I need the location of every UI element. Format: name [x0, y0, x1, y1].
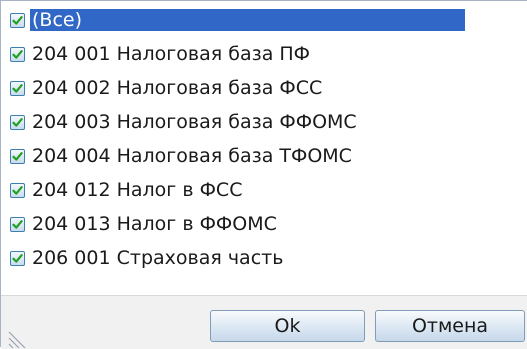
checkbox[interactable] [10, 12, 25, 28]
checkmark-icon [12, 219, 23, 229]
list-item-label: 204 004 Налоговая база ТФОМС [32, 145, 352, 167]
filter-dropdown-panel: (Все) 204 001 Налоговая база ПФ 204 002 … [0, 0, 527, 349]
dialog-footer: Ok Отмена [1, 295, 527, 349]
list-item[interactable]: 204 001 Налоговая база ПФ [9, 37, 526, 71]
checkbox[interactable] [10, 250, 25, 266]
filter-checkbox-list: (Все) 204 001 Налоговая база ПФ 204 002 … [9, 3, 526, 275]
list-item-label: 204 013 Налог в ФФОМС [32, 213, 277, 235]
cancel-button[interactable]: Отмена [375, 310, 525, 342]
checkmark-icon [12, 151, 23, 161]
list-item[interactable]: 204 012 Налог в ФСС [9, 173, 526, 207]
checkmark-icon [12, 185, 23, 195]
list-item-label: 206 001 Страховая часть [32, 247, 284, 269]
list-item-all[interactable]: (Все) [9, 3, 526, 37]
list-item-label: 204 003 Налоговая база ФФОМС [32, 111, 357, 133]
checkmark-icon [12, 253, 23, 263]
resize-grip-icon[interactable] [7, 328, 27, 348]
list-item[interactable]: 204 003 Налоговая база ФФОМС [9, 105, 526, 139]
list-item[interactable]: 206 001 Страховая часть [9, 241, 526, 275]
checkbox[interactable] [10, 80, 25, 96]
list-item[interactable]: 204 002 Налоговая база ФСС [9, 71, 526, 105]
checkbox[interactable] [10, 182, 25, 198]
checkbox[interactable] [10, 148, 25, 164]
list-item-label: 204 002 Налоговая база ФСС [32, 77, 323, 99]
checkmark-icon [12, 117, 23, 127]
ok-button[interactable]: Ok [210, 310, 365, 342]
list-item-label: 204 012 Налог в ФСС [32, 179, 243, 201]
checkmark-icon [12, 15, 23, 25]
checkmark-icon [12, 49, 23, 59]
list-item-label: (Все) [30, 9, 465, 31]
checkbox[interactable] [10, 114, 25, 130]
checkbox[interactable] [10, 46, 25, 62]
checkbox[interactable] [10, 216, 25, 232]
checkmark-icon [12, 83, 23, 93]
list-item-label: 204 001 Налоговая база ПФ [32, 43, 311, 65]
list-item[interactable]: 204 013 Налог в ФФОМС [9, 207, 526, 241]
list-item[interactable]: 204 004 Налоговая база ТФОМС [9, 139, 526, 173]
